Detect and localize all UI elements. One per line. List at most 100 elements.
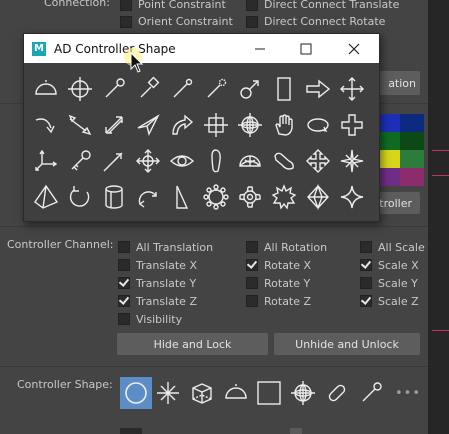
channel-checkbox-row[interactable]: All Scale: [360, 238, 425, 256]
checkbox[interactable]: [246, 241, 258, 253]
curved-arrow-icon[interactable]: [29, 107, 63, 143]
four-arrow-circle-icon[interactable]: [131, 143, 165, 179]
color-swatch[interactable]: [400, 114, 424, 132]
half-circle-icon[interactable]: [29, 71, 63, 107]
checkbox-row[interactable]: Direct Connect Rotate: [246, 13, 399, 30]
channel-label: Scale Y: [378, 276, 418, 290]
wand-icon[interactable]: [199, 71, 233, 107]
checkbox[interactable]: [360, 241, 372, 253]
checkbox[interactable]: [246, 277, 258, 289]
checkbox[interactable]: [118, 241, 130, 253]
checkbox[interactable]: [360, 295, 372, 307]
plus-icon[interactable]: [335, 107, 369, 143]
channel-checkbox-row[interactable]: Translate Y: [118, 274, 213, 292]
gear-icon[interactable]: [233, 179, 267, 215]
double-arrow-icon[interactable]: [97, 107, 131, 143]
channel-checkbox-row[interactable]: Translate X: [118, 256, 213, 274]
hide-and-lock-button[interactable]: Hide and Lock: [117, 333, 268, 355]
checkbox-row[interactable]: Orient Constraint: [120, 13, 233, 30]
channel-checkbox-row[interactable]: Scale Y: [360, 274, 425, 292]
channel-checkbox-row[interactable]: Rotate Y: [246, 274, 327, 292]
pin-thin-icon[interactable]: [165, 71, 199, 107]
channel-label: Translate Z: [136, 294, 197, 308]
square-icon[interactable]: [254, 378, 284, 408]
shoe-icon[interactable]: [267, 143, 301, 179]
window-titlebar[interactable]: M AD Controller Shape: [24, 34, 379, 63]
channel-checkbox-row[interactable]: Rotate X: [246, 256, 327, 274]
rotate-circle-icon[interactable]: [63, 179, 97, 215]
half-circle-icon[interactable]: [221, 378, 251, 408]
channel-checkbox-row[interactable]: Rotate Z: [246, 292, 327, 310]
square-cross-icon[interactable]: [199, 107, 233, 143]
channel-label: All Translation: [136, 240, 214, 254]
foot-icon[interactable]: [199, 143, 233, 179]
star-burst-icon[interactable]: [335, 143, 369, 179]
capsule-icon[interactable]: [322, 378, 352, 408]
arc-arrow-icon[interactable]: [131, 179, 165, 215]
axes-icon[interactable]: [29, 143, 63, 179]
checkbox-label: Orient Constraint: [138, 15, 233, 28]
channel-checkbox-row[interactable]: Visibility: [118, 310, 213, 328]
needle-icon[interactable]: [97, 143, 131, 179]
pyramid-icon[interactable]: [29, 179, 63, 215]
channel-checkbox-row[interactable]: Translate Z: [118, 292, 213, 310]
checkbox[interactable]: [118, 277, 130, 289]
checkbox[interactable]: [118, 295, 130, 307]
pin-icon[interactable]: [97, 71, 131, 107]
cylinder-icon[interactable]: [97, 179, 131, 215]
checkbox-row[interactable]: Direct Connect Translate: [246, 0, 399, 13]
checkbox[interactable]: [246, 0, 258, 11]
checkbox[interactable]: [246, 15, 258, 28]
channel-col-translate: All Translation Translate X Translate Y Tra…: [118, 238, 213, 328]
eye-icon[interactable]: [165, 143, 199, 179]
more-shapes-button[interactable]: •••: [395, 386, 421, 401]
color-swatch[interactable]: [400, 150, 424, 168]
rotate-ring-icon[interactable]: [301, 107, 335, 143]
circle-cross-icon[interactable]: [63, 71, 97, 107]
channel-checkbox-row[interactable]: All Translation: [118, 238, 213, 256]
channel-checkbox-row[interactable]: Scale Z: [360, 292, 425, 310]
curved-thick-arrow-icon[interactable]: [165, 107, 199, 143]
close-icon[interactable]: [331, 34, 377, 63]
gear-star-icon[interactable]: [267, 179, 301, 215]
channel-label: Rotate X: [264, 258, 312, 272]
unhide-and-unlock-button[interactable]: Unhide and Unlock: [274, 333, 420, 355]
four-arrow-icon[interactable]: [335, 71, 369, 107]
checkbox[interactable]: [120, 0, 132, 11]
star-four-icon[interactable]: [335, 179, 369, 215]
half-sphere-icon[interactable]: [233, 143, 267, 179]
gear-round-icon[interactable]: [199, 179, 233, 215]
checkbox[interactable]: [118, 259, 130, 271]
minimize-icon[interactable]: [237, 34, 283, 63]
checkbox[interactable]: [360, 259, 372, 271]
checkbox[interactable]: [118, 313, 130, 325]
paper-plane-icon[interactable]: [131, 107, 165, 143]
triangle-flag-icon[interactable]: [165, 179, 199, 215]
key-icon[interactable]: [63, 143, 97, 179]
asterisk-icon[interactable]: [153, 378, 183, 408]
checkbox[interactable]: [360, 277, 372, 289]
pin-icon[interactable]: [356, 378, 386, 408]
circle-icon[interactable]: [120, 377, 152, 409]
sphere-cross-icon[interactable]: [233, 107, 267, 143]
rectangle-icon[interactable]: [267, 71, 301, 107]
octahedron-icon[interactable]: [301, 179, 335, 215]
color-swatch[interactable]: [400, 168, 424, 186]
color-swatch[interactable]: [400, 132, 424, 150]
channel-checkbox-row[interactable]: Scale X: [360, 256, 425, 274]
sphere-cross-icon[interactable]: [288, 378, 318, 408]
cube-icon[interactable]: [187, 378, 217, 408]
hand-icon[interactable]: [267, 107, 301, 143]
maximize-icon[interactable]: [283, 34, 329, 63]
checkbox[interactable]: [246, 259, 258, 271]
male-symbol-icon[interactable]: [233, 71, 267, 107]
checkbox[interactable]: [120, 15, 132, 28]
checkbox[interactable]: [246, 295, 258, 307]
channel-checkbox-row[interactable]: All Rotation: [246, 238, 327, 256]
channel-label: Rotate Y: [264, 276, 311, 290]
arrow-right-icon[interactable]: [301, 71, 335, 107]
diagonal-arrow-icon[interactable]: [63, 107, 97, 143]
checkbox-row[interactable]: Point Constraint: [120, 0, 233, 13]
channel-label: Scale X: [378, 258, 419, 272]
four-arrow-diamond-icon[interactable]: [301, 143, 335, 179]
